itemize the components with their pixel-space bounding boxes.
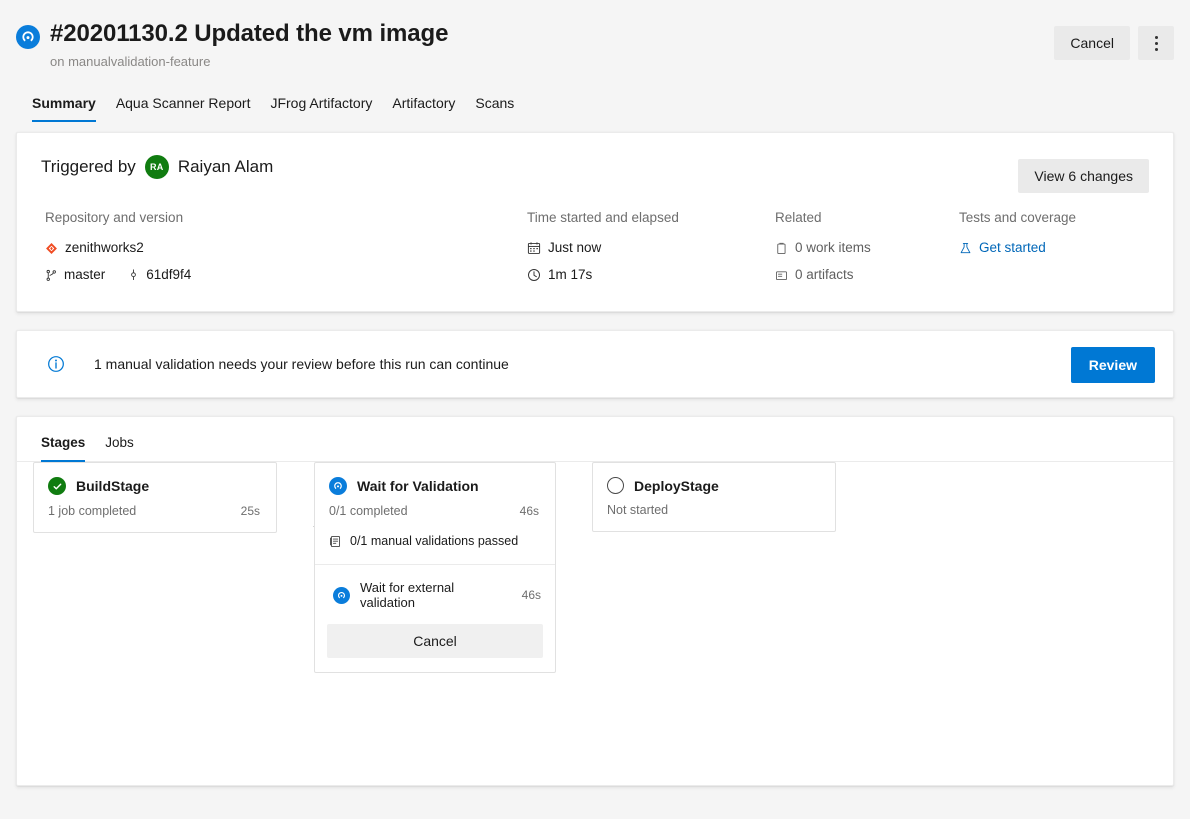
azure-repos-icon (45, 242, 58, 255)
clock-icon (527, 268, 541, 282)
subtab-stages[interactable]: Stages (41, 431, 95, 461)
manual-validation-row: 0/1 manual validations passed (315, 532, 555, 564)
tab-artifactory[interactable]: Artifactory (382, 89, 465, 122)
stage-card-deploystage[interactable]: DeployStage Not started (592, 462, 836, 532)
artifact-icon (775, 269, 788, 282)
stage-summary: Not started (607, 503, 668, 517)
repository-name: zenithworks2 (65, 236, 144, 260)
time-started-value: Just now (548, 236, 601, 260)
manual-validation-banner: 1 manual validation needs your review be… (16, 330, 1174, 398)
tests-get-started-link[interactable]: Get started (979, 236, 1046, 260)
page-content: Triggered by RA Raiyan Alam View 6 chang… (0, 132, 1190, 786)
stage-summary-row: Not started (593, 494, 835, 531)
triggered-by-row: Triggered by RA Raiyan Alam (41, 155, 1149, 179)
tab-jfrog-artifactory[interactable]: JFrog Artifactory (260, 89, 382, 122)
tests-get-started-row[interactable]: Get started (959, 236, 1076, 260)
time-elapsed-row: 1m 17s (527, 263, 775, 287)
stage-header: Wait for Validation (315, 463, 555, 495)
trigger-user-name: Raiyan Alam (178, 157, 273, 177)
run-metadata-grid: Repository and version zenithworks2 (41, 209, 1149, 287)
stages-card: Stages Jobs BuildStage 1 job completed (16, 416, 1174, 786)
page-header: #20201130.2 Updated the vm image on manu… (0, 0, 1190, 122)
stage-summary: 0/1 completed (329, 504, 408, 518)
meta-column-tests: Tests and coverage Get started (959, 209, 1076, 287)
stage-cancel-wrapper: Cancel (315, 622, 555, 672)
subtab-jobs[interactable]: Jobs (95, 431, 144, 461)
pipeline-waiting-icon (329, 477, 347, 495)
more-actions-button[interactable] (1138, 26, 1174, 60)
tests-heading: Tests and coverage (959, 209, 1076, 227)
branch-icon (45, 269, 58, 282)
commit-hash: 61df9f4 (146, 263, 191, 287)
time-elapsed-value: 1m 17s (548, 263, 592, 287)
triggered-by-label: Triggered by (41, 157, 136, 177)
stage-summary-row: 0/1 completed 46s (315, 495, 555, 532)
tab-summary[interactable]: Summary (32, 89, 106, 122)
commit-icon (127, 269, 140, 282)
stage-card-wait-for-validation[interactable]: Wait for Validation 0/1 completed 46s 0/… (314, 462, 556, 673)
stage-duration: 25s (241, 504, 260, 518)
branch-commit-row: master 61df9f4 (45, 263, 527, 287)
title-row: #20201130.2 Updated the vm image on manu… (16, 18, 1158, 71)
time-heading: Time started and elapsed (527, 209, 775, 227)
avatar: RA (145, 155, 169, 179)
branch-item[interactable]: master (45, 263, 105, 287)
beaker-icon (959, 242, 972, 255)
meta-column-time: Time started and elapsed (527, 209, 775, 287)
stage-graph: BuildStage 1 job completed 25s Wai (17, 462, 1173, 490)
run-subtitle: on manualvalidation-feature (50, 53, 448, 71)
stage-summary: 1 job completed (48, 504, 136, 518)
cancel-run-button[interactable]: Cancel (1054, 26, 1130, 60)
work-items-row: 0 work items (775, 236, 959, 260)
more-vertical-icon (1155, 36, 1158, 51)
azure-pipelines-icon (16, 25, 40, 49)
branch-name: master (64, 263, 105, 287)
manual-validation-label: 0/1 manual validations passed (350, 534, 518, 548)
stage-duration: 46s (520, 504, 539, 518)
work-item-icon (775, 242, 788, 255)
stages-subtab-bar: Stages Jobs (17, 417, 1173, 462)
stage-name: BuildStage (76, 478, 149, 494)
calendar-icon (527, 241, 541, 255)
stage-job-row[interactable]: Wait for external validation 46s (315, 565, 555, 622)
page-title: #20201130.2 Updated the vm image (50, 18, 448, 50)
commit-item[interactable]: 61df9f4 (127, 263, 191, 287)
artifacts-value: 0 artifacts (795, 263, 854, 287)
manual-validation-icon (329, 535, 342, 548)
stage-header: BuildStage (34, 463, 276, 495)
review-button[interactable]: Review (1071, 347, 1155, 383)
stage-cancel-button[interactable]: Cancel (327, 624, 543, 658)
stage-name: DeployStage (634, 478, 719, 494)
time-started-row: Just now (527, 236, 775, 260)
stage-job-name: Wait for external validation (360, 580, 512, 610)
work-items-value: 0 work items (795, 236, 871, 260)
stage-card-buildstage[interactable]: BuildStage 1 job completed 25s (33, 462, 277, 533)
repository-heading: Repository and version (45, 209, 527, 227)
stage-header: DeployStage (593, 463, 835, 494)
pipeline-waiting-icon (333, 587, 350, 604)
tab-bar: Summary Aqua Scanner Report JFrog Artifa… (16, 89, 1158, 122)
artifacts-row: 0 artifacts (775, 263, 959, 287)
check-circle-icon (48, 477, 66, 495)
meta-column-repository: Repository and version zenithworks2 (45, 209, 527, 287)
banner-message: 1 manual validation needs your review be… (94, 356, 509, 372)
info-circle-icon (47, 355, 65, 373)
tab-scans[interactable]: Scans (465, 89, 524, 122)
title-block: #20201130.2 Updated the vm image on manu… (50, 18, 448, 71)
view-changes-button[interactable]: View 6 changes (1018, 159, 1149, 193)
stage-name: Wait for Validation (357, 478, 479, 494)
repository-row[interactable]: zenithworks2 (45, 236, 527, 260)
tab-aqua-scanner-report[interactable]: Aqua Scanner Report (106, 89, 261, 122)
meta-column-related: Related 0 work items (775, 209, 959, 287)
stage-summary-row: 1 job completed 25s (34, 495, 276, 532)
empty-circle-icon (607, 477, 624, 494)
header-actions: Cancel (1054, 26, 1174, 60)
run-summary-card: Triggered by RA Raiyan Alam View 6 chang… (16, 132, 1174, 312)
stage-job-duration: 46s (522, 588, 541, 602)
related-heading: Related (775, 209, 959, 227)
